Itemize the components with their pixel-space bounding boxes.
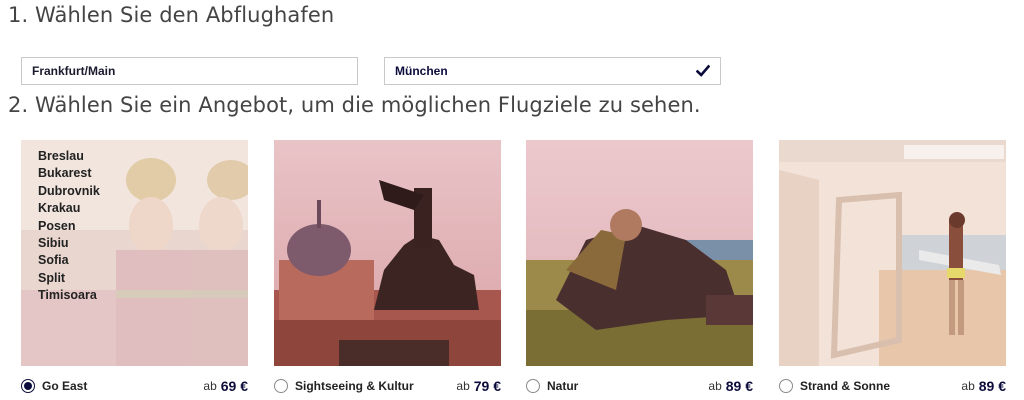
step1-heading: 1. Wählen Sie den Abflughafen <box>8 3 335 27</box>
offer-name: Natur <box>547 379 579 393</box>
destination-item: Dubrovnik <box>38 183 100 198</box>
offer-price: 89 € <box>978 378 1006 394</box>
step2-heading: 2. Wählen Sie ein Angebot, um die möglic… <box>8 93 701 117</box>
destination-item: Breslau <box>38 149 84 163</box>
offer-radio-natur[interactable] <box>526 379 540 393</box>
sightseeing-image[interactable] <box>274 140 501 366</box>
offer-footer: Go East ab 69 € <box>21 375 248 397</box>
price-prefix: ab <box>203 379 217 393</box>
offer-radio-strand-sonne[interactable] <box>779 379 793 393</box>
origin-airport-value: Frankfurt/Main <box>32 64 116 78</box>
go-east-destinations: Breslau Bukarest Dubrovnik Krakau Posen … <box>38 148 100 305</box>
natur-image[interactable] <box>526 140 753 366</box>
price-prefix: ab <box>456 379 470 393</box>
offer-footer: Natur ab 89 € <box>526 375 753 397</box>
destination-item: Timisoara <box>38 288 97 303</box>
destination-item: Posen <box>38 218 76 233</box>
offer-name: Strand & Sonne <box>800 379 891 393</box>
price-prefix: ab <box>708 379 722 393</box>
destination-item: Split <box>38 270 66 285</box>
offer-price: 79 € <box>473 378 501 394</box>
offer-radio-sightseeing-kultur[interactable] <box>274 379 288 393</box>
offer-footer: Sightseeing & Kultur ab 79 € <box>274 375 501 397</box>
offer-radio-go-east[interactable] <box>21 379 35 393</box>
destination-airport-value: München <box>395 64 448 78</box>
price-prefix: ab <box>961 379 975 393</box>
offer-footer: Strand & Sonne ab 89 € <box>779 375 1006 397</box>
destination-airport-field[interactable]: München <box>384 57 721 85</box>
strand-sonne-image[interactable] <box>779 140 1006 366</box>
go-east-image[interactable]: Breslau Bukarest Dubrovnik Krakau Posen … <box>21 140 248 366</box>
destination-item: Sibiu <box>38 236 69 251</box>
offer-card-sightseeing-kultur[interactable]: Sightseeing & Kultur ab 79 € <box>274 140 501 400</box>
check-icon <box>696 64 710 77</box>
offer-price: 89 € <box>725 378 753 394</box>
destination-item: Bukarest <box>38 166 92 181</box>
destination-item: Sofia <box>38 253 69 268</box>
offer-card-natur[interactable]: Natur ab 89 € <box>526 140 753 400</box>
destination-item: Krakau <box>38 201 81 216</box>
offer-card-strand-sonne[interactable]: Strand & Sonne ab 89 € <box>779 140 1006 400</box>
offer-name: Sightseeing & Kultur <box>295 379 414 393</box>
offer-card-go-east[interactable]: Breslau Bukarest Dubrovnik Krakau Posen … <box>21 140 248 400</box>
offer-name: Go East <box>42 379 88 393</box>
offer-price: 69 € <box>220 378 248 394</box>
origin-airport-field[interactable]: Frankfurt/Main <box>21 57 358 85</box>
